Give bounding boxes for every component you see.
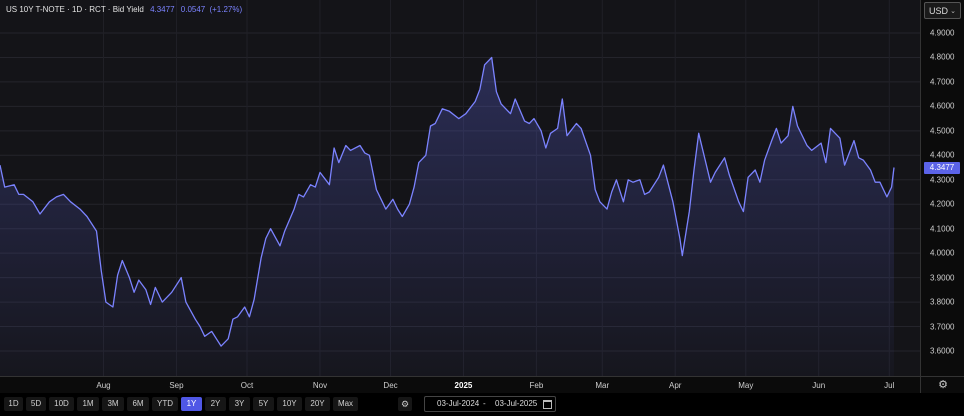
timeframe-button-3m[interactable]: 3M: [102, 397, 124, 411]
y-tick-label: 4.6000: [930, 101, 955, 111]
date-separator: -: [483, 399, 486, 408]
currency-label: USD: [929, 6, 949, 16]
x-tick-label: Nov: [312, 381, 328, 390]
x-axis[interactable]: Aug Sep Oct Nov Dec 2025 Feb Mar Apr May Jun Jul: [0, 376, 920, 393]
x-tick-label: Apr: [668, 381, 682, 390]
legend-change: 0.0547: [180, 5, 206, 14]
timeframe-button-ytd[interactable]: YTD: [152, 397, 178, 411]
chart-area[interactable]: US 10Y T-NOTE · 1D · RCT · Bid Yield 4.3…: [0, 0, 920, 376]
x-tick-label: 2025: [454, 381, 473, 390]
x-tick-label: Jun: [812, 381, 826, 390]
y-tick-label: 4.3000: [930, 175, 955, 185]
x-tick-label: Dec: [383, 381, 398, 390]
legend-title: US 10Y T-NOTE · 1D · RCT · Bid Yield: [6, 5, 144, 14]
timeframe-button-1d[interactable]: 1D: [4, 397, 23, 411]
x-tick-label: Aug: [96, 381, 111, 390]
y-tick-label: 3.7000: [930, 322, 955, 332]
timeframe-button-5y[interactable]: 5Y: [253, 397, 274, 411]
date-to: 03-Jul-2025: [495, 399, 538, 408]
timeframe-button-1m[interactable]: 1M: [77, 397, 99, 411]
chart-settings-gear-icon[interactable]: ⚙: [920, 376, 964, 394]
timeframe-button-6m[interactable]: 6M: [127, 397, 149, 411]
y-tick-label: 4.4000: [930, 150, 955, 160]
timeframe-button-10d[interactable]: 10D: [49, 397, 74, 411]
y-tick-label: 4.7000: [930, 77, 955, 87]
timeframe-button-5d[interactable]: 5D: [26, 397, 46, 411]
price-chart[interactable]: [0, 0, 920, 376]
y-tick-label: 3.9000: [930, 273, 955, 283]
timeframe-button-3y[interactable]: 3Y: [229, 397, 250, 411]
x-tick-label: Sep: [169, 381, 184, 390]
y-tick-label: 4.5000: [930, 126, 955, 136]
y-tick-label: 3.8000: [930, 297, 955, 307]
y-tick-label: 4.1000: [930, 224, 955, 234]
x-tick-label: Jul: [884, 381, 895, 390]
x-tick-label: May: [738, 381, 754, 390]
chart-legend: US 10Y T-NOTE · 1D · RCT · Bid Yield 4.3…: [6, 5, 242, 14]
x-tick-label: Mar: [595, 381, 610, 390]
timeframe-button-max[interactable]: Max: [333, 397, 358, 411]
date-range-picker[interactable]: 03-Jul-2024 - 03-Jul-2025: [424, 396, 556, 412]
y-tick-label: 4.8000: [930, 52, 955, 62]
timeframe-settings-icon[interactable]: ⚙: [398, 397, 412, 411]
y-tick-label: 3.6000: [930, 346, 955, 356]
timeframe-button-10y[interactable]: 10Y: [277, 397, 302, 411]
timeframe-button-20y[interactable]: 20Y: [305, 397, 330, 411]
timeframe-button-2y[interactable]: 2Y: [205, 397, 226, 411]
y-tick-label: 4.2000: [930, 199, 955, 209]
chevron-down-icon: ⌄: [950, 8, 956, 15]
legend-last-value: 4.3477: [150, 5, 175, 14]
timeframe-toolbar: 1D 5D 10D 1M 3M 6M YTD 1Y 2Y 3Y 5Y 10Y 20Y Max ⚙ 03-J…: [0, 393, 964, 416]
y-tick-label: 4.0000: [930, 248, 955, 258]
x-tick-label: Feb: [529, 381, 544, 390]
y-tick-label: 4.9000: [930, 28, 955, 38]
calendar-icon[interactable]: [543, 400, 552, 409]
y-axis[interactable]: 3.6000 3.7000 3.8000 3.9000 4.0000 4.1000 4.20…: [920, 0, 964, 376]
legend-change-pct: (+1.27%): [209, 5, 243, 14]
last-price-tag: 4.3477: [924, 161, 960, 174]
series-area: [0, 57, 894, 376]
timeframe-button-1y[interactable]: 1Y: [181, 397, 202, 411]
x-tick-label: Oct: [240, 381, 254, 390]
currency-select[interactable]: USD ⌄: [924, 2, 961, 19]
date-from: 03-Jul-2024: [437, 399, 480, 408]
